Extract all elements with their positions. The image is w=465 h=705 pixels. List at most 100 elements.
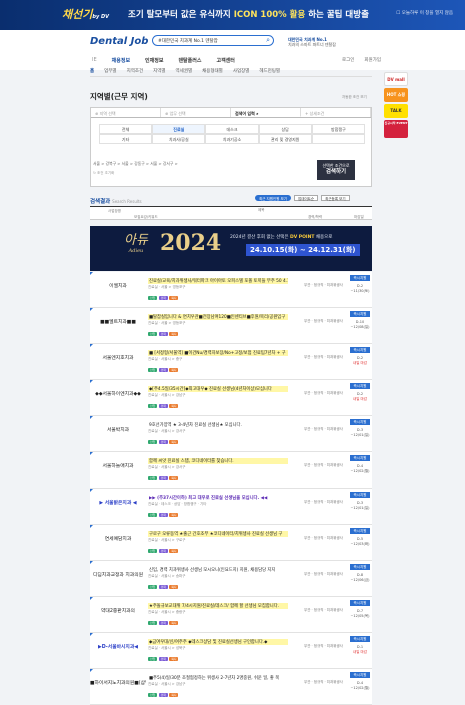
subnav-item[interactable]: 헤드헌팅별 [259, 68, 280, 74]
recent-applicants-toggle[interactable]: 최근 지원인원 보기 [255, 195, 291, 201]
company-name[interactable]: 서울하늘애치과 [90, 462, 146, 469]
category-option[interactable]: 진료실 [152, 124, 206, 134]
subnav-item[interactable]: 지역별 [153, 68, 165, 74]
job-row[interactable]: 디딤치과교정과 치과의원 신입, 경력 치과위생사 선생님 모시오니(인요드지) … [90, 560, 372, 597]
apply-button[interactable]: 즉시지원 [350, 455, 370, 462]
apply-button[interactable]: 즉시지원 [350, 347, 370, 354]
subnav-item[interactable]: 업무별 [104, 68, 116, 74]
nav-support[interactable]: 고객센터 [216, 57, 234, 64]
deadline-date: ~12/03(화) [350, 541, 370, 546]
subnav-item[interactable]: 사업장별 [233, 68, 250, 74]
job-row[interactable]: 약대2중판치과의 ★주돌규보교대위 7/4시지원/진료실/데스크/ 함께 할 선생… [90, 596, 372, 633]
signup-link[interactable]: 회원가입 [364, 57, 381, 63]
apply-button[interactable]: 즉시지원 [350, 491, 370, 498]
search-submit-button[interactable]: 선택한 조건으로 검색하기 [317, 160, 355, 180]
job-row[interactable]: 이엘치과 진료실/교육/치과위생사/워터파크 아이아토 오피스텔 포폴 토끼들 무… [90, 272, 372, 309]
tab-region[interactable]: ⊕ 지역 선택 [91, 108, 161, 117]
job-row[interactable]: ■■엘트치과■■ ■탈잡실입니다 & 면치우관■전장남여120■인센티브■후원/복… [90, 308, 372, 345]
tag-badge: 신입 [148, 693, 158, 698]
subnav-item[interactable]: 지역조건 [127, 68, 144, 74]
apply-button[interactable]: 즉시지원 [350, 563, 370, 570]
tab-keyword[interactable]: 검색어 입력 ⌕ [231, 108, 301, 117]
job-title[interactable]: ■탈잡실입니다 & 면치우관■전장남여120■인센티브■후원/복리/공원입구 [148, 314, 288, 321]
reset-conditions-link[interactable]: ↻ 조건 초기화 [93, 171, 114, 176]
row-marker [90, 596, 93, 600]
d-day: D-2 [356, 284, 364, 288]
job-row[interactable]: 연세예담치과 구로구 오류동역 ★출근 간호조무 ★코디네이터/치위생사 진료실 … [90, 524, 372, 561]
company-name[interactable]: ◆◆서울하이엔치과◆◆ [90, 390, 146, 397]
job-title[interactable]: 구로구 오류동역 ★출근 간호조무 ★코디네이터/치위생사 진료실 선생님 구 [148, 530, 288, 537]
job-title[interactable]: 신입, 경력 치과위생사 선생님 모시오니(인요드지) 지원, 채용담당 지지 [148, 567, 288, 573]
job-row[interactable]: ▶ 서울밝은치과 ◀ ▶▶ (주37시간이하) 최고 대우로 진료실 선생님을 모… [90, 488, 372, 525]
d-day: D-2 [356, 356, 364, 361]
category-option[interactable]: 치과사/공실 [152, 134, 206, 144]
search-input[interactable]: #대한민국 치과계 No.1 덴탈잡 ⌕ [152, 35, 274, 46]
login-link[interactable]: 로그인 [342, 57, 354, 63]
category-option[interactable]: 방합쟁구 [311, 124, 365, 134]
company-name[interactable]: 약대2중판치과의 [90, 607, 146, 614]
nav-jobs[interactable]: 채용정보 [112, 57, 130, 64]
job-title[interactable]: ★주돌규보교대위 7/4시지원/진료실/데스크/ 함께 할 선생님 모집합니다. [148, 602, 288, 609]
banner-close-link[interactable]: ☐ 오늘하루 이 창을 열지 않음 [396, 10, 453, 16]
tab-job[interactable]: ⊕ 업무 선택 [161, 108, 231, 117]
hot-shopping-link[interactable]: HOT 쇼핑 [384, 88, 408, 102]
job-title[interactable]: 함께 씨앗 진료실 스탭, 코디네이터를 찾습니다. [148, 458, 288, 465]
job-title[interactable]: 9호선가양역 ★ 3-4년차 진료실 선생님★ 모십니다. [148, 422, 288, 428]
job-title[interactable]: 진료실/교육/치과위생사/워터파크 아이아토 오피스텔 포폴 토끼들 무주 50… [148, 278, 288, 284]
job-row[interactable]: 서울하늘애치과 함께 씨앗 진료실 스탭, 코디네이터를 찾습니다. 진료실 · 서… [90, 452, 372, 489]
company-name[interactable]: ■■엘트치과■■ [90, 318, 146, 325]
company-name[interactable]: 디딤치과교정과 치과의원 [90, 571, 146, 578]
tab-detail[interactable]: + 상세조건 [301, 108, 371, 117]
nav-talent[interactable]: 인재정보 [145, 57, 163, 64]
job-title[interactable]: ◆금여우대/신/여주주 ◆데스크상담 및 진료실선생님 구인합니다.◆ [148, 638, 288, 645]
apply-button[interactable]: 즉시지원 [350, 275, 370, 281]
subnav-home[interactable]: 홈 [90, 68, 94, 74]
top-ad-banner[interactable]: 채선기by DV 조기 탈모부터 값은 유식까지 ICON 100% 활용 하는… [0, 0, 465, 30]
subnav-item[interactable]: 채용형태별 [202, 68, 223, 74]
category-option[interactable]: 치과기공소 [205, 134, 259, 144]
job-row[interactable]: ▶D-서울바시치과◀ ◆금여우대/신/여주주 ◆데스크상담 및 진료실선생님 구인… [90, 632, 372, 670]
category-option[interactable]: 상담 [258, 124, 312, 134]
job-title[interactable]: ■주5(4)일/30분 조절협정하는 위생사 2-7년차 2명중원, 쉬운 일,… [148, 675, 288, 681]
company-name[interactable]: 연세예담치과 [90, 535, 146, 542]
job-title[interactable]: ■ [서정형/서울역] ■이건Nu/경력자보장/No+고정/보험 진료팀7년차 … [148, 350, 288, 357]
promo-banner[interactable]: 아듀 Adieu 2024 2024년 결산 후회 없는 선택은 DV POINT… [90, 226, 372, 271]
apply-button[interactable]: 즉시지원 [350, 383, 370, 390]
apply-button[interactable]: 즉시지원 [350, 419, 370, 426]
deadline-date: ~12/02(월) [350, 469, 370, 474]
saved-conditions-link[interactable]: 자동완 조건 보기 [342, 95, 367, 100]
event-link[interactable]: 신규시작 EVENT [384, 120, 408, 138]
company-name[interactable]: 이엘치과 [90, 282, 146, 289]
company-name[interactable]: ■하이서지노치과의원■(삼남구 선주역 도보1분) [90, 679, 146, 686]
company-name[interactable]: ▶ 서울밝은치과 ◀ [90, 499, 146, 506]
company-name[interactable]: 서울엔지호치과 [90, 354, 146, 361]
job-tags: 신입 경력 복지 [148, 620, 179, 625]
job-title[interactable]: ◆[주4.5일/35시간]◆최고대우◆ 진료실 선생님(4년차이상)모십니다 [148, 386, 288, 393]
company-name[interactable]: ▶D-서울바시치과◀ [90, 643, 146, 650]
apply-button[interactable]: 즉시지원 [350, 311, 370, 318]
apply-button[interactable]: 즉시지원 [350, 635, 370, 642]
job-row[interactable]: 서울엔지호치과 ■ [서정형/서울역] ■이건Nu/경력자보장/No+고정/보험 … [90, 344, 372, 381]
view-select[interactable]: 최근등록 보기 [321, 195, 350, 201]
job-row[interactable]: 서울박치과 9호선가양역 ★ 3-4년차 진료실 선생님★ 모십니다. 진료실 · … [90, 416, 372, 453]
job-row[interactable]: ■하이서지노치과의원■(삼남구 선주역 도보1분)■주5(4)일/30분 조절협… [90, 669, 372, 705]
tag-badge: 경력 [158, 584, 168, 589]
category-option[interactable]: 데스크 [205, 124, 259, 134]
apply-button[interactable]: 즉시지원 [350, 672, 370, 679]
search-icon[interactable]: ⌕ [266, 36, 270, 45]
company-name[interactable]: 서울박치과 [90, 426, 146, 433]
sort-select[interactable]: 업데이트순 [294, 195, 319, 201]
nav-dentalplus[interactable]: 덴탈플러스 [178, 57, 201, 64]
dv-mall-link[interactable]: DV mall [384, 72, 408, 86]
job-title[interactable]: ▶▶ (주37시간이하) 최고 대우로 진료실 선생님을 모십니다. ◀◀ [148, 495, 288, 501]
category-option[interactable] [311, 134, 365, 144]
brand-logo[interactable]: Dental Job [90, 36, 148, 47]
apply-button[interactable]: 즉시지원 [350, 599, 370, 606]
subnav-item[interactable]: 역세권별 [176, 68, 193, 74]
job-row[interactable]: ◆◆서울하이엔치과◆◆ ◆[주4.5일/35시간]◆최고대우◆ 진료실 선생님(4… [90, 380, 372, 417]
category-option[interactable]: 기타 [99, 134, 153, 144]
talk-link[interactable]: TALK [384, 104, 408, 118]
apply-button[interactable]: 즉시지원 [350, 527, 370, 534]
category-option[interactable]: 관리 및 경영지원 [258, 134, 312, 144]
category-option[interactable]: 전체 [99, 124, 153, 134]
